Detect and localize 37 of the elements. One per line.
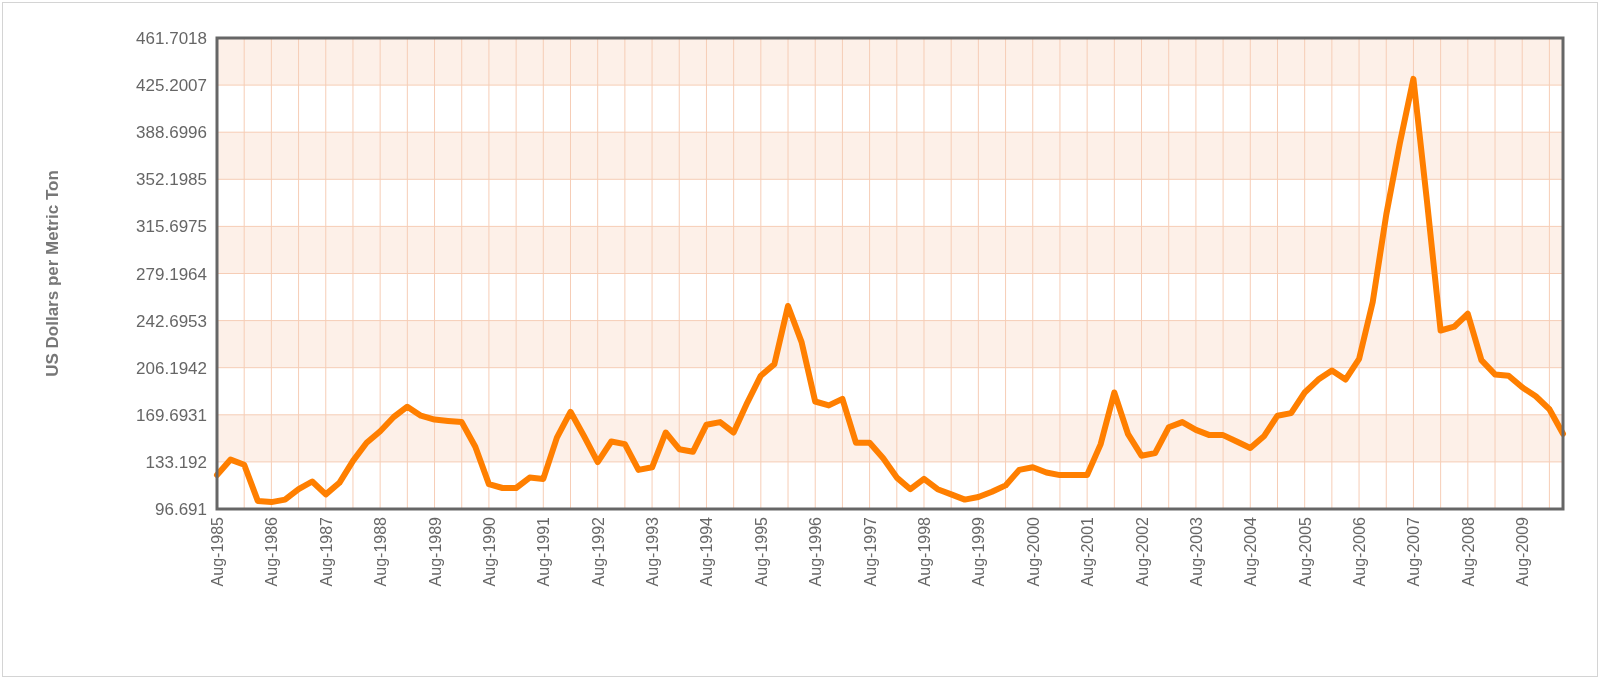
y-tick-label: 206.1942 (136, 358, 207, 378)
x-tick-label: Aug-1989 (426, 517, 444, 587)
x-tick-label: Aug-2004 (1242, 517, 1260, 587)
y-tick-label: 461.7018 (136, 29, 207, 48)
y-tick-label: 242.6953 (136, 311, 207, 331)
x-tick-label: Aug-2006 (1351, 517, 1369, 587)
y-tick-label: 388.6996 (136, 123, 207, 143)
y-tick-label: 425.2007 (136, 76, 207, 96)
x-tick-label: Aug-2003 (1187, 517, 1205, 587)
x-tick-label: Aug-2000 (1024, 517, 1042, 587)
x-tick-label: Aug-1998 (916, 517, 933, 587)
y-tick-label: 352.1985 (136, 170, 207, 190)
x-tick-label: Aug-1986 (263, 517, 281, 587)
x-tick-label: Aug-1995 (752, 517, 770, 587)
x-tick-label: Aug-2001 (1079, 517, 1097, 587)
x-tick-label: Aug-1994 (698, 517, 716, 587)
x-tick-label: Aug-1992 (589, 517, 607, 587)
x-tick-label: Aug-1993 (644, 517, 662, 587)
y-tick-label: 96.691 (155, 500, 207, 519)
y-tick-label: 169.6931 (136, 405, 207, 425)
y-tick-label: 315.6975 (136, 217, 207, 237)
x-tick-label: Aug-2005 (1296, 517, 1314, 587)
y-axis-title: US Dollars per Metric Ton (43, 170, 62, 377)
y-tick-label: 279.1964 (136, 264, 207, 284)
x-tick-label: Aug-1991 (535, 517, 553, 587)
x-tick-label: Aug-2002 (1133, 517, 1151, 587)
y-tick-label: 133.192 (145, 452, 207, 472)
x-tick-label: Aug-1996 (807, 517, 825, 587)
x-tick-label: Aug-1987 (317, 517, 335, 587)
x-tick-label: Aug-1990 (480, 517, 498, 587)
x-tick-label: Aug-2007 (1405, 517, 1423, 587)
x-tick-label: Aug-2008 (1459, 517, 1477, 587)
x-tick-label: Aug-1985 (209, 517, 226, 587)
x-tick-label: Aug-1997 (861, 517, 879, 587)
x-tick-label: Aug-2009 (1514, 517, 1532, 587)
x-tick-label: Aug-1988 (372, 517, 390, 587)
x-tick-label: Aug-1999 (970, 517, 988, 587)
